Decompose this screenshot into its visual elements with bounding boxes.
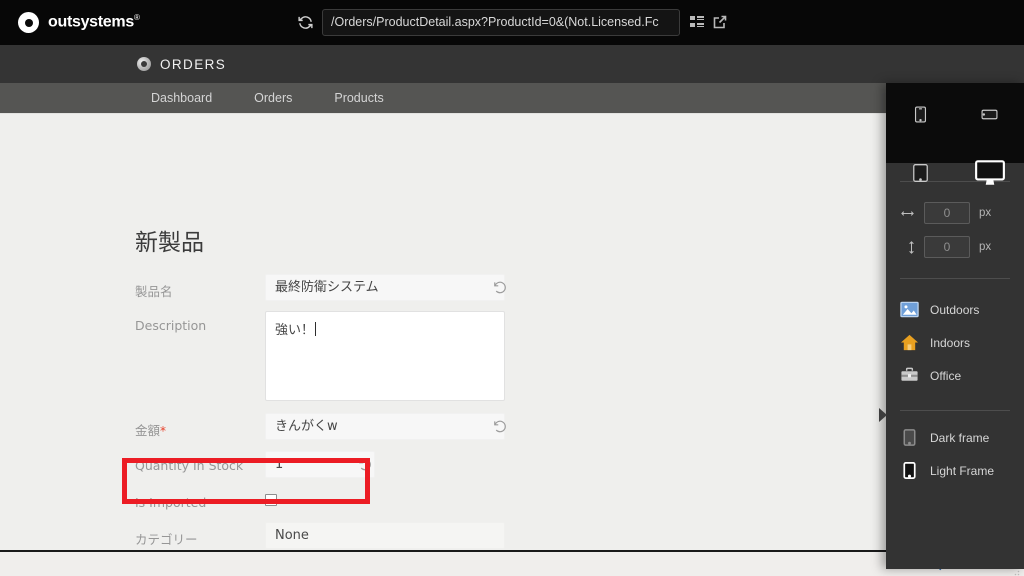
house-icon — [900, 333, 919, 352]
form-row-product-name: 製品名 最終防衛システム — [135, 274, 515, 301]
form-row-category: カテゴリー None — [135, 522, 515, 549]
browser-toolbar: outsystems® /Orders/ProductDetail.aspx?P… — [0, 0, 1024, 45]
frame-item-dark[interactable]: Dark frame — [886, 421, 1024, 454]
select-category[interactable]: None — [265, 522, 505, 549]
horizontal-arrow-icon — [900, 206, 915, 221]
device-selector — [886, 93, 1024, 201]
dark-frame-icon — [900, 428, 919, 447]
nav-item-dashboard[interactable]: Dashboard — [151, 91, 212, 105]
app-navigation: Dashboard Orders Products — [0, 83, 1024, 113]
light-frame-icon — [900, 461, 919, 480]
required-mark: * — [160, 424, 167, 438]
scene-item-office[interactable]: Office — [886, 359, 1024, 392]
url-input[interactable]: /Orders/ProductDetail.aspx?ProductId=0&(… — [322, 9, 680, 36]
image-icon — [900, 300, 919, 319]
desktop-icon[interactable] — [974, 159, 1006, 192]
scene-label-office: Office — [930, 368, 962, 383]
label-quantity-in-stock: Quantity In Stock — [135, 458, 244, 473]
tablet-portrait-icon[interactable] — [911, 160, 930, 191]
app-header: ORDERS — [0, 45, 1024, 83]
scene-label-indoors: Indoors — [930, 335, 971, 350]
outsystems-logo: outsystems® — [18, 12, 140, 33]
panel-divider-2 — [900, 278, 1010, 279]
app-logo-icon — [137, 57, 151, 71]
height-input[interactable]: 0 — [924, 236, 970, 258]
page-title: 新製品 — [135, 230, 204, 256]
height-control: 0 px — [886, 236, 1024, 258]
brand-wordmark: outsystems — [48, 13, 134, 31]
app-title: ORDERS — [160, 56, 227, 72]
label-description: Description — [135, 318, 207, 333]
label-category: カテゴリー — [135, 532, 198, 547]
screen-root: outsystems® /Orders/ProductDetail.aspx?P… — [0, 0, 1024, 576]
page-body: 新製品 製品名 最終防衛システム Description 強い！ 金額* きんが… — [0, 113, 1024, 576]
outsystems-mark-icon — [18, 12, 39, 33]
product-form: 製品名 最終防衛システム Description 強い！ 金額* きんがくw Q… — [135, 274, 515, 559]
text-cursor — [315, 322, 317, 336]
height-unit-label: px — [979, 241, 992, 253]
open-in-new-icon[interactable] — [712, 14, 728, 30]
revert-icon[interactable] — [493, 280, 507, 294]
scene-item-outdoors[interactable]: Outdoors — [886, 293, 1024, 326]
form-row-quantity: Quantity In Stock 1 — [135, 451, 515, 478]
scene-label-outdoors: Outdoors — [930, 302, 980, 317]
collapse-arrow-icon[interactable] — [879, 408, 887, 422]
width-input[interactable]: 0 — [924, 202, 970, 224]
phone-landscape-icon[interactable] — [977, 106, 1002, 128]
label-amount: 金額* — [135, 413, 265, 439]
form-row-is-imported: Is Imported — [135, 488, 515, 510]
frame-label-dark: Dark frame — [930, 430, 990, 445]
vertical-arrow-icon — [900, 240, 915, 255]
nav-item-products[interactable]: Products — [334, 91, 383, 105]
device-preview-panel: 0 px 0 px Outdoors Indoors Office Dark f… — [879, 83, 1024, 569]
checkbox-is-imported[interactable] — [265, 494, 277, 506]
frame-label-light: Light Frame — [930, 463, 995, 478]
frame-item-light[interactable]: Light Frame — [886, 454, 1024, 487]
revert-icon[interactable] — [358, 457, 372, 471]
input-product-name[interactable]: 最終防衛システム — [265, 274, 505, 301]
grid-icon[interactable] — [689, 14, 705, 30]
label-product-name: 製品名 — [135, 284, 173, 299]
form-row-description: Description 強い！ — [135, 311, 515, 401]
scene-list: Outdoors Indoors Office — [886, 293, 1024, 392]
revert-icon[interactable] — [493, 419, 507, 433]
textarea-description-value: 強い！ — [275, 323, 315, 338]
brand-trademark: ® — [133, 13, 140, 23]
nav-item-orders[interactable]: Orders — [254, 91, 292, 105]
reload-icon[interactable] — [297, 14, 314, 31]
label-amount-text: 金額 — [135, 423, 161, 438]
status-bar: 100% ▼ — [0, 550, 1024, 576]
textarea-description[interactable]: 強い！ — [265, 311, 505, 401]
frame-list: Dark frame Light Frame — [886, 421, 1024, 487]
input-amount[interactable]: きんがくw — [265, 413, 505, 440]
label-is-imported: Is Imported — [135, 495, 207, 510]
width-unit-label: px — [979, 207, 992, 219]
briefcase-icon — [900, 366, 919, 385]
panel-divider-3 — [900, 410, 1010, 411]
scene-item-indoors[interactable]: Indoors — [886, 326, 1024, 359]
form-row-amount: 金額* きんがくw — [135, 413, 515, 440]
width-control: 0 px — [886, 202, 1024, 224]
app-viewport: ORDERS Dashboard Orders Products 新製品 製品名… — [0, 45, 1024, 576]
phone-portrait-icon[interactable] — [912, 102, 929, 132]
